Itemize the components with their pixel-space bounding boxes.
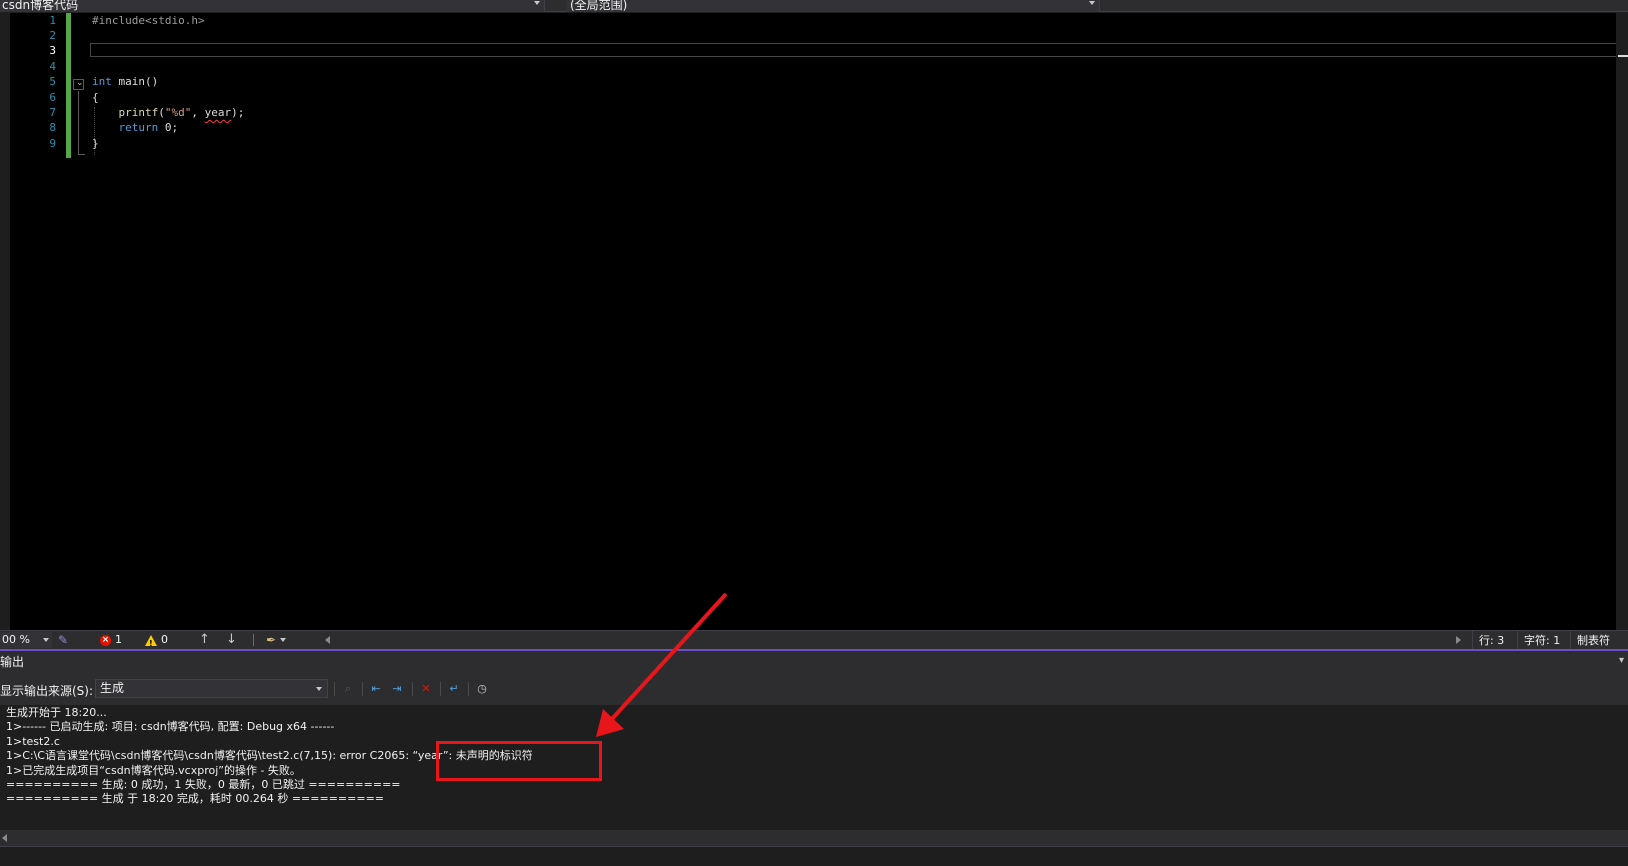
previous-message-icon[interactable]: ⇤ xyxy=(368,681,384,697)
line-number: 9 xyxy=(49,137,56,150)
pin-icon[interactable]: ▾ xyxy=(1619,655,1624,666)
main-signature: main() xyxy=(111,75,159,88)
output-line: 1>test2.c xyxy=(6,735,60,748)
caret-position-marker xyxy=(1618,55,1628,57)
code-line-9[interactable]: } xyxy=(92,136,99,152)
printf-call: printf xyxy=(118,106,159,119)
code-line-7[interactable]: printf("%d", year); xyxy=(92,105,245,121)
code-line-5[interactable]: int main() xyxy=(92,74,158,90)
scope-dropdown-label: (全局范围) xyxy=(570,0,628,12)
scroll-left-icon[interactable] xyxy=(2,834,7,842)
line-number: 8 xyxy=(49,121,56,134)
chevron-down-icon xyxy=(280,638,287,642)
line-number: 4 xyxy=(49,60,56,73)
output-panel-header: 输出 ▾ xyxy=(0,649,1628,671)
chevron-down-icon xyxy=(1089,1,1095,5)
output-source-select[interactable]: 生成 xyxy=(95,679,328,698)
editor-horizontal-scrollbar[interactable] xyxy=(320,632,1455,648)
scroll-left-icon[interactable] xyxy=(325,636,330,644)
brush-icon: ✒ xyxy=(266,633,277,647)
output-text-area[interactable]: 生成开始于 18:20... 1>------ 已启动生成: 项目: csdn博… xyxy=(0,705,1628,830)
return-value: 0; xyxy=(158,121,179,134)
output-toolbar: 显示输出来源(S): 生成 ⌕ ⇤ ⇥ ✕ ↵ ◷ xyxy=(0,671,1628,705)
output-line: 1>------ 已启动生成: 项目: csdn博客代码, 配置: Debug … xyxy=(6,720,335,733)
line-number: 1 xyxy=(49,14,56,27)
output-source-label: 显示输出来源(S): xyxy=(0,684,94,698)
keyword-int: int xyxy=(92,75,112,88)
output-line: ========== 生成: 0 成功，1 失败，0 最新，0 已跳过 ====… xyxy=(6,778,401,791)
scroll-right-icon[interactable] xyxy=(1456,636,1461,644)
zoom-level: 00 % xyxy=(2,633,30,646)
chevron-down-icon xyxy=(316,687,322,691)
tab-mode[interactable]: 制表符 xyxy=(1570,631,1616,650)
cursor-line: 行: 3 xyxy=(1472,631,1510,650)
collapse-icon: ⌄ xyxy=(76,78,84,88)
undeclared-identifier[interactable]: year xyxy=(205,106,232,119)
code-line-8[interactable]: return 0; xyxy=(92,120,179,136)
find-message-icon[interactable]: ⌕ xyxy=(340,681,356,697)
project-dropdown[interactable]: csdn博客代码 xyxy=(0,0,545,12)
output-line: 1>已完成生成项目“csdn博客代码.vcxproj”的操作 - 失败。 xyxy=(6,764,301,777)
word-wrap-icon[interactable]: ↵ xyxy=(446,681,462,697)
scope-dropdown[interactable]: (全局范围) xyxy=(566,0,1100,12)
error-highlight-box xyxy=(436,741,602,781)
output-source-value: 生成 xyxy=(100,681,125,695)
separator xyxy=(468,682,469,696)
fold-region-end xyxy=(78,154,85,155)
code-cleanup-icon[interactable]: ✎ xyxy=(58,632,68,648)
clear-all-icon[interactable]: ✕ xyxy=(418,681,434,697)
comma: , xyxy=(191,106,205,119)
chevron-down-icon xyxy=(534,1,540,5)
warning-count-button[interactable]: 0 xyxy=(145,632,168,652)
format-string: "%d" xyxy=(164,106,192,119)
output-horizontal-scrollbar[interactable] xyxy=(0,830,1628,846)
output-panel-title: 输出 xyxy=(0,655,25,669)
line-number: 5 xyxy=(49,75,56,88)
brush-dropdown[interactable]: ✒ xyxy=(266,632,287,648)
line-number-gutter: 1 2 3 4 5 6 7 8 9 xyxy=(10,13,66,630)
separator xyxy=(412,682,413,696)
code-line-6[interactable]: { xyxy=(92,90,99,106)
line-number: 7 xyxy=(49,106,56,119)
separator xyxy=(253,634,254,646)
line-number-current: 3 xyxy=(49,44,56,57)
separator xyxy=(440,682,441,696)
error-icon: × xyxy=(100,634,111,646)
previous-issue-arrow-icon[interactable]: ↑ xyxy=(199,632,210,648)
next-message-icon[interactable]: ⇥ xyxy=(389,681,405,697)
fold-region-line xyxy=(78,91,79,154)
error-count: 1 xyxy=(115,633,122,646)
line-number: 6 xyxy=(49,91,56,104)
code-line-1[interactable]: #include<stdio.h> xyxy=(92,13,205,29)
editor-vertical-scrollbar[interactable] xyxy=(1616,13,1628,630)
bottom-status-band xyxy=(0,846,1628,866)
output-line: 生成开始于 18:20... xyxy=(6,706,107,719)
paren-close: ); xyxy=(231,106,245,119)
collapse-block-button[interactable]: ⌄ xyxy=(73,78,84,90)
separator xyxy=(334,682,335,696)
cursor-char: 字符: 1 xyxy=(1517,631,1566,650)
chevron-down-icon xyxy=(43,638,49,642)
editor-navigation-bar: csdn博客代码 (全局范围) xyxy=(0,0,1628,12)
separator xyxy=(362,682,363,696)
warning-count: 0 xyxy=(161,633,168,646)
editor-margin-strip xyxy=(0,13,10,630)
zoom-dropdown[interactable]: 00 % xyxy=(0,632,52,648)
keyword-return: return xyxy=(118,121,159,134)
warning-icon xyxy=(145,634,157,652)
paren-open: ( xyxy=(158,106,165,119)
project-dropdown-label: csdn博客代码 xyxy=(2,0,79,12)
change-tracking-bar xyxy=(66,13,71,158)
next-issue-arrow-icon[interactable]: ↓ xyxy=(226,632,237,648)
line-number: 2 xyxy=(49,29,56,42)
output-line: ========== 生成 于 18:20 完成，耗时 00.264 秒 ===… xyxy=(6,792,385,805)
error-count-button[interactable]: × 1 xyxy=(100,632,122,648)
current-line-highlight xyxy=(90,43,1628,57)
editor-status-strip: 00 % ✎ × 1 0 ↑ ↓ ✒ 行: 3 字符: 1 制表符 xyxy=(0,630,1628,652)
timestamp-clock-icon[interactable]: ◷ xyxy=(474,681,490,697)
code-editor[interactable]: 1 2 3 4 5 6 7 8 9 ⌄ #include<stdio.h> in… xyxy=(0,13,1628,630)
